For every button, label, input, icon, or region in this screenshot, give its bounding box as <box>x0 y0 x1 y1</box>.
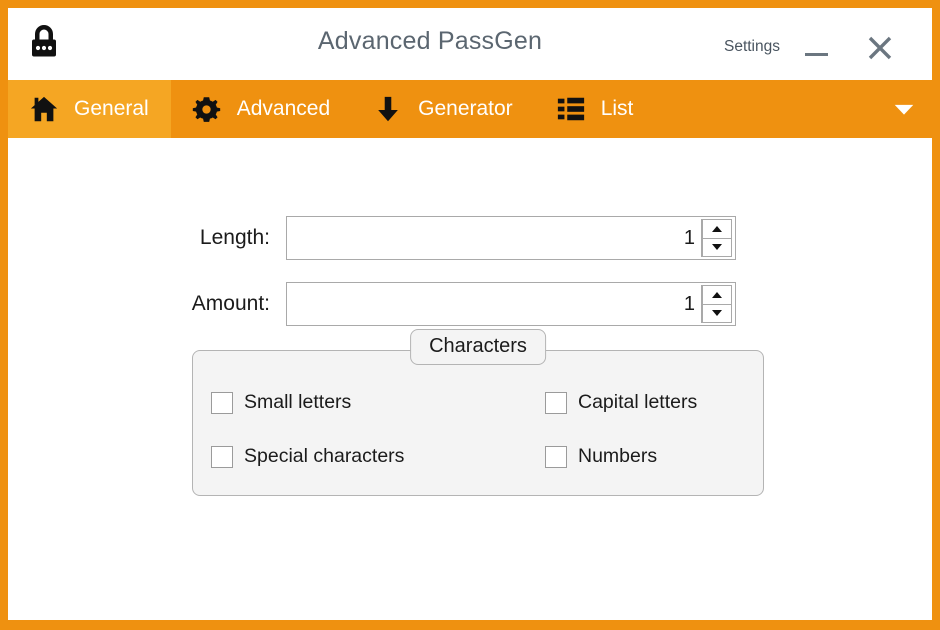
tab-generator[interactable]: Generator <box>352 80 535 138</box>
close-icon <box>868 36 892 60</box>
checkbox-small-letters-label: Small letters <box>244 391 352 413</box>
list-icon <box>555 93 587 125</box>
checkbox-box-icon[interactable] <box>211 445 233 468</box>
length-input[interactable]: 1 <box>287 217 701 259</box>
checkbox-box-icon[interactable] <box>545 391 567 414</box>
page-title: Advanced PassGen <box>317 27 543 55</box>
tab-general-label: General <box>74 97 149 120</box>
checkbox-capital-letters[interactable]: Capital letters <box>545 391 697 414</box>
down-arrow-icon <box>372 93 404 125</box>
triangle-down-icon <box>712 244 722 251</box>
amount-label: Amount: <box>191 292 270 315</box>
checkbox-box-icon[interactable] <box>211 391 233 414</box>
checkbox-special-characters-label: Special characters <box>244 445 405 467</box>
settings-link[interactable]: Settings <box>724 38 780 56</box>
triangle-up-icon <box>712 291 722 298</box>
triangle-up-icon <box>712 225 722 232</box>
application-window: Advanced PassGen Settings General Advanc… <box>0 0 940 630</box>
amount-decrement-button[interactable] <box>702 303 732 323</box>
amount-input[interactable]: 1 <box>287 283 701 325</box>
tab-bar: General Advanced Generator List <box>8 80 932 138</box>
window-inner: Advanced PassGen Settings General Advanc… <box>8 8 932 620</box>
triangle-down-icon <box>712 310 722 317</box>
characters-group-box: Characters Small letters Capital letters… <box>192 329 764 496</box>
length-spinner-buttons <box>701 219 732 257</box>
home-icon <box>28 93 60 125</box>
tab-advanced[interactable]: Advanced <box>171 80 352 138</box>
checkbox-special-characters[interactable]: Special characters <box>211 445 404 468</box>
checkbox-numbers[interactable]: Numbers <box>545 445 657 468</box>
amount-row: Amount: 1 <box>8 282 932 326</box>
title-bar: Advanced PassGen Settings <box>8 8 932 80</box>
close-button[interactable] <box>862 30 898 66</box>
tab-list[interactable]: List <box>535 80 656 138</box>
tab-advanced-label: Advanced <box>236 97 331 120</box>
checkbox-capital-letters-label: Capital letters <box>578 391 698 413</box>
length-decrement-button[interactable] <box>702 237 732 257</box>
amount-increment-button[interactable] <box>702 285 732 304</box>
minimize-icon <box>805 53 828 56</box>
amount-spinner[interactable]: 1 <box>286 282 736 326</box>
tab-list-label: List <box>600 97 634 120</box>
checkbox-box-icon[interactable] <box>545 445 567 468</box>
gear-icon <box>191 93 223 125</box>
checkbox-numbers-label: Numbers <box>578 445 658 467</box>
length-label: Length: <box>199 226 270 249</box>
length-row: Length: 1 <box>8 216 932 260</box>
characters-group-legend: Characters <box>410 329 546 365</box>
length-increment-button[interactable] <box>702 219 732 238</box>
length-spinner[interactable]: 1 <box>286 216 736 260</box>
content-area: Length: 1 Amount: 1 Characters Small let… <box>8 138 932 552</box>
tab-generator-label: Generator <box>418 97 513 120</box>
minimize-button[interactable] <box>800 34 834 64</box>
chevron-down-icon <box>894 104 914 115</box>
tab-general[interactable]: General <box>8 80 171 138</box>
checkbox-small-letters[interactable]: Small letters <box>211 391 351 414</box>
tab-overflow-button[interactable] <box>876 80 932 138</box>
amount-spinner-buttons <box>701 285 732 323</box>
